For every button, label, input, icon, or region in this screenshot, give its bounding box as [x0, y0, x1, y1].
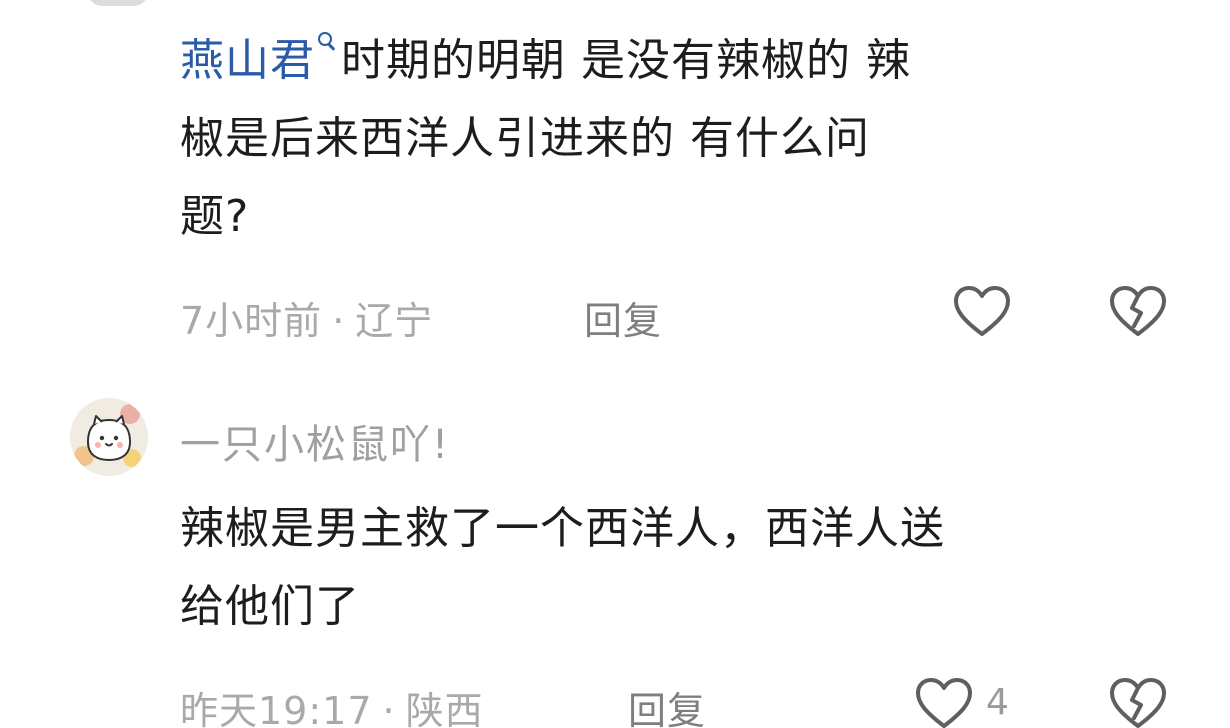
comment-meta: 7小时前 · 辽宁	[180, 290, 433, 345]
comment-text: 辣椒是男主救了一个西洋人，西洋人送 给他们了	[180, 490, 1200, 646]
comment-line: 椒是后来西洋人引进来的 有什么问	[180, 113, 870, 164]
reply-button[interactable]: 回复	[584, 290, 662, 345]
broken-heart-icon[interactable]	[1106, 282, 1170, 342]
mention-name[interactable]: 燕山君	[180, 35, 315, 86]
comment-line: 燕山君 时期的明朝 是没有辣椒的 辣	[180, 22, 1160, 100]
heart-outline-icon[interactable]	[912, 674, 976, 728]
avatar[interactable]	[70, 398, 148, 476]
comment-time: 昨天19:17	[180, 689, 373, 728]
comment-line: 题?	[180, 191, 250, 242]
reply-button[interactable]: 回复	[628, 680, 706, 728]
like-count: 4	[986, 682, 1009, 723]
meta-separator: ·	[332, 299, 346, 343]
comment-location: 陕西	[405, 689, 484, 728]
username[interactable]: 一只小松鼠吖!	[180, 412, 450, 470]
avatar-partial	[88, 0, 148, 6]
comment-line: 给他们了	[180, 581, 360, 632]
comment-text: 燕山君 时期的明朝 是没有辣椒的 辣 椒是后来西洋人引进来的 有什么问 题?	[180, 22, 1160, 256]
comment-location: 辽宁	[355, 299, 434, 343]
comment-list: 燕山君 时期的明朝 是没有辣椒的 辣 椒是后来西洋人引进来的 有什么问 题? 7小…	[0, 0, 1230, 728]
heart-outline-icon[interactable]	[950, 282, 1014, 342]
comment-meta: 昨天19:17 · 陕西	[180, 680, 484, 728]
comment-time: 7小时前	[180, 299, 323, 343]
comment-line-text: 时期的明朝 是没有辣椒的 辣	[341, 35, 911, 86]
comment-line: 辣椒是男主救了一个西洋人，西洋人送	[180, 503, 945, 554]
broken-heart-icon[interactable]	[1106, 674, 1170, 728]
search-icon[interactable]	[317, 30, 336, 60]
mention-link[interactable]: 燕山君	[180, 32, 341, 86]
meta-separator: ·	[382, 689, 396, 728]
